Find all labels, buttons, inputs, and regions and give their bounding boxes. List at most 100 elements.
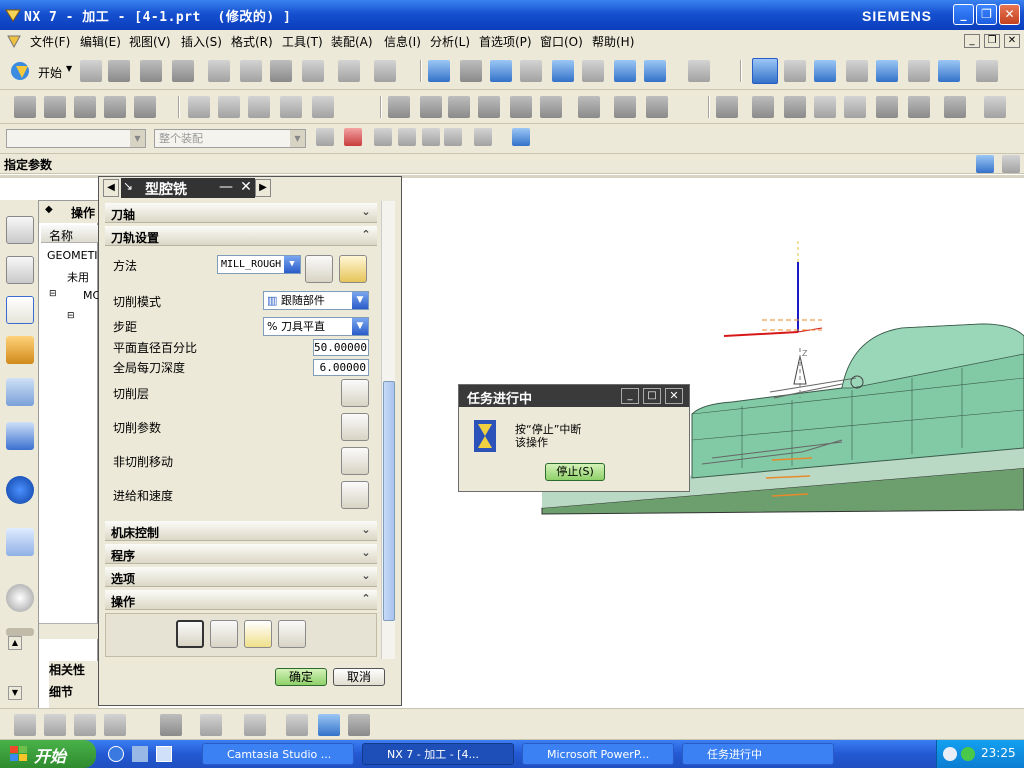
wcs-icon[interactable] [752, 58, 778, 84]
stepover-select[interactable]: % 刀具平直 ▼ [263, 317, 369, 336]
feeds-button[interactable] [341, 481, 369, 509]
menu-tools[interactable]: 工具(T) [282, 33, 323, 50]
save-icon[interactable] [140, 60, 162, 82]
column-header-name[interactable]: 名称 [41, 225, 99, 243]
back-icon[interactable]: ◀ [103, 179, 119, 197]
select-filter-icon[interactable] [374, 60, 396, 82]
chevron-down-icon[interactable]: ▼ [290, 130, 305, 147]
cut-levels-button[interactable] [341, 379, 369, 407]
output-clsf-icon[interactable] [578, 96, 600, 118]
operation-navigator-icon[interactable] [6, 296, 34, 324]
desktop-icon[interactable] [132, 746, 148, 762]
csys-icon[interactable] [784, 60, 806, 82]
layer-icon[interactable] [938, 60, 960, 82]
constraint-navigator-icon[interactable] [6, 256, 34, 284]
list-button[interactable] [278, 620, 306, 648]
generate-button[interactable] [176, 620, 204, 648]
mdi-close-button[interactable]: ✕ [1004, 34, 1020, 48]
vector-icon[interactable] [846, 60, 868, 82]
feature-icon-8[interactable] [944, 96, 966, 118]
close-button[interactable]: ✕ [999, 4, 1020, 25]
create-program-icon[interactable] [14, 96, 36, 118]
tree-row-unused[interactable]: 未用 [67, 269, 89, 285]
measure-icon[interactable] [976, 60, 998, 82]
sketch-icon[interactable] [160, 714, 182, 736]
line-icon[interactable] [244, 714, 266, 736]
section-program[interactable]: 程序 ⌄ [105, 544, 377, 564]
mdi-restore-button[interactable]: ❐ [984, 34, 1000, 48]
perspective-icon[interactable] [614, 60, 636, 82]
method-view-icon[interactable] [280, 96, 302, 118]
machine-navigator-icon[interactable] [6, 336, 34, 364]
task-powerpoint[interactable]: Microsoft PowerP... [522, 743, 674, 765]
chevron-down-icon[interactable]: ⌄ [359, 569, 373, 583]
datum-icon[interactable] [286, 714, 308, 736]
create-tool-icon[interactable] [44, 96, 66, 118]
collapse-icon[interactable]: ⊟ [67, 311, 75, 321]
roles-icon[interactable] [6, 422, 34, 450]
tray-arrow-icon[interactable] [943, 747, 957, 761]
select-all-icon[interactable] [316, 128, 334, 146]
rectangle-select-icon[interactable] [474, 128, 492, 146]
render-style-icon[interactable] [688, 60, 710, 82]
assembly-navigator-icon[interactable] [6, 216, 34, 244]
point-plus-icon[interactable] [200, 714, 222, 736]
program-order-view-icon[interactable] [188, 96, 210, 118]
minimize-button[interactable]: _ [621, 388, 639, 404]
clock-icon[interactable] [6, 584, 34, 612]
block-icon[interactable] [348, 714, 370, 736]
chevron-down-icon[interactable]: ▼ [66, 64, 72, 73]
maximize-button[interactable]: □ [643, 388, 661, 404]
feature-op-icon-3[interactable] [74, 714, 96, 736]
feature-icon-4[interactable] [814, 96, 836, 118]
task-progress[interactable]: 任务进行中 [682, 743, 834, 765]
menu-view[interactable]: 视图(V) [129, 33, 171, 50]
menu-assembly[interactable]: 装配(A) [331, 33, 373, 50]
ok-button[interactable]: 确定 [275, 668, 327, 686]
operation-view-icon[interactable] [312, 96, 334, 118]
menu-preferences[interactable]: 首选项(P) [479, 33, 532, 50]
cut-icon[interactable] [208, 60, 230, 82]
pan-icon[interactable] [582, 60, 604, 82]
snap-icon[interactable] [908, 60, 930, 82]
history-icon[interactable] [6, 528, 34, 556]
start-menu-button[interactable]: 开始 [38, 64, 62, 81]
chevron-down-icon[interactable]: ⌄ [359, 205, 373, 219]
feature-icon-7[interactable] [908, 96, 930, 118]
vertical-scrollbar[interactable]: ▲ ▼ [8, 636, 24, 702]
menu-edit[interactable]: 编辑(E) [80, 33, 121, 50]
paste-icon[interactable] [270, 60, 292, 82]
simulate-icon[interactable] [478, 96, 500, 118]
view-icon[interactable] [976, 155, 994, 173]
menu-format[interactable]: 格式(R) [231, 33, 273, 50]
menu-file[interactable]: 文件(F) [30, 33, 70, 50]
zoom-in-out-icon[interactable] [520, 60, 542, 82]
curve-rule-icon[interactable] [374, 128, 392, 146]
section-actions[interactable]: 操作 ⌃ [105, 590, 377, 610]
geometry-view-icon[interactable] [248, 96, 270, 118]
menu-help[interactable]: 帮助(H) [592, 33, 634, 50]
noncut-button[interactable] [341, 447, 369, 475]
tray-app-icon[interactable] [961, 747, 975, 761]
rotate-icon[interactable] [552, 60, 574, 82]
plane-icon[interactable] [876, 60, 898, 82]
method-select[interactable]: MILL_ROUGH ▼ [217, 255, 301, 274]
task-camtasia[interactable]: Camtasia Studio ... [202, 743, 354, 765]
feature-icon-6[interactable] [876, 96, 898, 118]
close-dialog-button[interactable]: ✕ [237, 178, 255, 198]
undo-icon[interactable] [338, 60, 360, 82]
face-rule-icon[interactable] [398, 128, 416, 146]
snap-point-icon[interactable] [344, 128, 362, 146]
operation-navigator[interactable]: ◆ 操作 名称 GEOMETI 未用 MC ⊟ ⊟ 相关性 细节 [38, 200, 100, 710]
start-button[interactable]: 开始 [0, 740, 96, 768]
cut-params-button[interactable] [341, 413, 369, 441]
dialog-scrollbar[interactable] [381, 201, 395, 659]
collapse-dialog-button[interactable]: — [217, 178, 235, 198]
task-nx[interactable]: NX 7 - 加工 - [4... [362, 743, 514, 765]
fit-view-icon[interactable] [428, 60, 450, 82]
part-icon[interactable] [318, 714, 340, 736]
replay-button[interactable] [210, 620, 238, 648]
forward-icon[interactable]: ▶ [255, 179, 271, 197]
zoom-icon[interactable] [490, 60, 512, 82]
cut-mode-select[interactable]: ▥ 跟随部件 ▼ [263, 291, 369, 310]
